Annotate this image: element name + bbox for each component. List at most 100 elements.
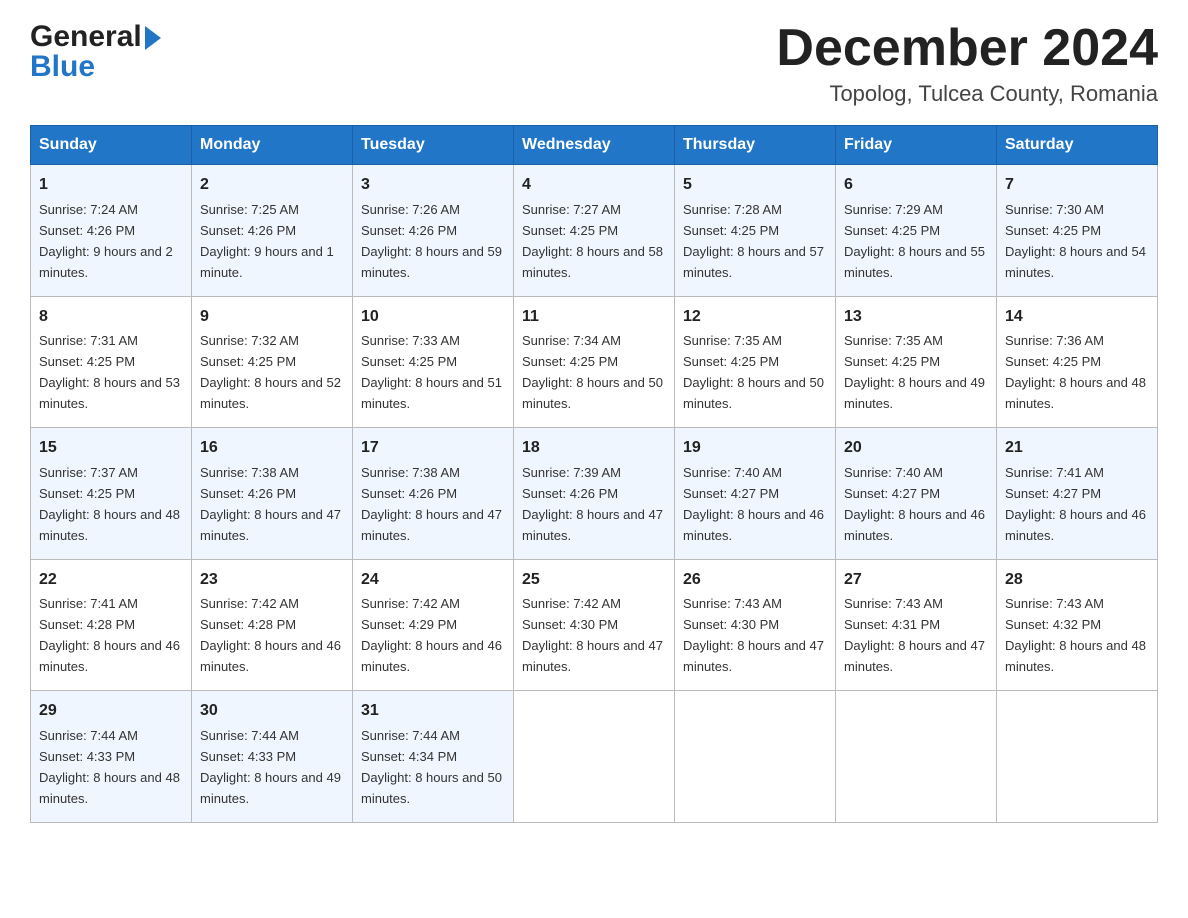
day-number: 1 (39, 173, 183, 198)
day-info: Sunrise: 7:44 AMSunset: 4:34 PMDaylight:… (361, 728, 502, 806)
day-number: 24 (361, 568, 505, 593)
calendar-week-row: 29 Sunrise: 7:44 AMSunset: 4:33 PMDaylig… (31, 691, 1158, 822)
calendar-day-cell: 1 Sunrise: 7:24 AMSunset: 4:26 PMDayligh… (31, 165, 192, 296)
day-number: 16 (200, 436, 344, 461)
calendar-day-cell (514, 691, 675, 822)
day-number: 7 (1005, 173, 1149, 198)
calendar-day-cell: 12 Sunrise: 7:35 AMSunset: 4:25 PMDaylig… (675, 296, 836, 427)
day-info: Sunrise: 7:34 AMSunset: 4:25 PMDaylight:… (522, 333, 663, 411)
day-info: Sunrise: 7:42 AMSunset: 4:28 PMDaylight:… (200, 596, 341, 674)
calendar-day-cell: 16 Sunrise: 7:38 AMSunset: 4:26 PMDaylig… (192, 428, 353, 559)
day-info: Sunrise: 7:31 AMSunset: 4:25 PMDaylight:… (39, 333, 180, 411)
day-number: 2 (200, 173, 344, 198)
calendar-day-cell: 11 Sunrise: 7:34 AMSunset: 4:25 PMDaylig… (514, 296, 675, 427)
day-number: 27 (844, 568, 988, 593)
day-info: Sunrise: 7:27 AMSunset: 4:25 PMDaylight:… (522, 202, 663, 280)
day-info: Sunrise: 7:32 AMSunset: 4:25 PMDaylight:… (200, 333, 341, 411)
day-info: Sunrise: 7:37 AMSunset: 4:25 PMDaylight:… (39, 465, 180, 543)
col-thursday: Thursday (675, 126, 836, 165)
calendar-day-cell: 26 Sunrise: 7:43 AMSunset: 4:30 PMDaylig… (675, 559, 836, 690)
day-number: 25 (522, 568, 666, 593)
day-info: Sunrise: 7:35 AMSunset: 4:25 PMDaylight:… (844, 333, 985, 411)
calendar-day-cell: 3 Sunrise: 7:26 AMSunset: 4:26 PMDayligh… (353, 165, 514, 296)
col-saturday: Saturday (997, 126, 1158, 165)
calendar-day-cell (997, 691, 1158, 822)
day-number: 4 (522, 173, 666, 198)
calendar-day-cell: 18 Sunrise: 7:39 AMSunset: 4:26 PMDaylig… (514, 428, 675, 559)
day-info: Sunrise: 7:43 AMSunset: 4:32 PMDaylight:… (1005, 596, 1146, 674)
logo-triangle-icon (145, 26, 161, 50)
day-number: 8 (39, 305, 183, 330)
calendar-day-cell: 4 Sunrise: 7:27 AMSunset: 4:25 PMDayligh… (514, 165, 675, 296)
logo: General Blue (30, 20, 161, 84)
day-info: Sunrise: 7:43 AMSunset: 4:30 PMDaylight:… (683, 596, 824, 674)
day-number: 21 (1005, 436, 1149, 461)
day-number: 11 (522, 305, 666, 330)
day-info: Sunrise: 7:39 AMSunset: 4:26 PMDaylight:… (522, 465, 663, 543)
calendar-day-cell (675, 691, 836, 822)
calendar-day-cell: 10 Sunrise: 7:33 AMSunset: 4:25 PMDaylig… (353, 296, 514, 427)
day-info: Sunrise: 7:30 AMSunset: 4:25 PMDaylight:… (1005, 202, 1146, 280)
day-number: 29 (39, 699, 183, 724)
day-number: 20 (844, 436, 988, 461)
calendar-day-cell: 22 Sunrise: 7:41 AMSunset: 4:28 PMDaylig… (31, 559, 192, 690)
day-number: 26 (683, 568, 827, 593)
calendar-week-row: 15 Sunrise: 7:37 AMSunset: 4:25 PMDaylig… (31, 428, 1158, 559)
calendar-week-row: 8 Sunrise: 7:31 AMSunset: 4:25 PMDayligh… (31, 296, 1158, 427)
calendar-day-cell: 8 Sunrise: 7:31 AMSunset: 4:25 PMDayligh… (31, 296, 192, 427)
calendar-day-cell: 25 Sunrise: 7:42 AMSunset: 4:30 PMDaylig… (514, 559, 675, 690)
calendar-day-cell: 28 Sunrise: 7:43 AMSunset: 4:32 PMDaylig… (997, 559, 1158, 690)
day-number: 10 (361, 305, 505, 330)
calendar-day-cell: 14 Sunrise: 7:36 AMSunset: 4:25 PMDaylig… (997, 296, 1158, 427)
calendar-day-cell: 13 Sunrise: 7:35 AMSunset: 4:25 PMDaylig… (836, 296, 997, 427)
col-wednesday: Wednesday (514, 126, 675, 165)
day-info: Sunrise: 7:40 AMSunset: 4:27 PMDaylight:… (844, 465, 985, 543)
day-info: Sunrise: 7:41 AMSunset: 4:28 PMDaylight:… (39, 596, 180, 674)
day-info: Sunrise: 7:26 AMSunset: 4:26 PMDaylight:… (361, 202, 502, 280)
day-info: Sunrise: 7:24 AMSunset: 4:26 PMDaylight:… (39, 202, 173, 280)
day-number: 28 (1005, 568, 1149, 593)
day-info: Sunrise: 7:40 AMSunset: 4:27 PMDaylight:… (683, 465, 824, 543)
page-header: General Blue December 2024 Topolog, Tulc… (30, 20, 1158, 107)
logo-blue-text: Blue (30, 50, 95, 84)
day-number: 22 (39, 568, 183, 593)
day-number: 3 (361, 173, 505, 198)
calendar-subtitle: Topolog, Tulcea County, Romania (776, 81, 1158, 107)
day-info: Sunrise: 7:41 AMSunset: 4:27 PMDaylight:… (1005, 465, 1146, 543)
day-info: Sunrise: 7:44 AMSunset: 4:33 PMDaylight:… (39, 728, 180, 806)
col-friday: Friday (836, 126, 997, 165)
logo-general-text: General (30, 20, 142, 54)
day-number: 12 (683, 305, 827, 330)
day-info: Sunrise: 7:33 AMSunset: 4:25 PMDaylight:… (361, 333, 502, 411)
day-info: Sunrise: 7:42 AMSunset: 4:29 PMDaylight:… (361, 596, 502, 674)
calendar-day-cell: 21 Sunrise: 7:41 AMSunset: 4:27 PMDaylig… (997, 428, 1158, 559)
day-info: Sunrise: 7:44 AMSunset: 4:33 PMDaylight:… (200, 728, 341, 806)
calendar-day-cell: 17 Sunrise: 7:38 AMSunset: 4:26 PMDaylig… (353, 428, 514, 559)
calendar-day-cell: 15 Sunrise: 7:37 AMSunset: 4:25 PMDaylig… (31, 428, 192, 559)
day-info: Sunrise: 7:42 AMSunset: 4:30 PMDaylight:… (522, 596, 663, 674)
day-number: 14 (1005, 305, 1149, 330)
calendar-header-row: Sunday Monday Tuesday Wednesday Thursday… (31, 126, 1158, 165)
calendar-day-cell: 29 Sunrise: 7:44 AMSunset: 4:33 PMDaylig… (31, 691, 192, 822)
calendar-day-cell: 7 Sunrise: 7:30 AMSunset: 4:25 PMDayligh… (997, 165, 1158, 296)
col-monday: Monday (192, 126, 353, 165)
calendar-week-row: 22 Sunrise: 7:41 AMSunset: 4:28 PMDaylig… (31, 559, 1158, 690)
day-info: Sunrise: 7:43 AMSunset: 4:31 PMDaylight:… (844, 596, 985, 674)
calendar-day-cell: 30 Sunrise: 7:44 AMSunset: 4:33 PMDaylig… (192, 691, 353, 822)
day-info: Sunrise: 7:28 AMSunset: 4:25 PMDaylight:… (683, 202, 824, 280)
day-number: 18 (522, 436, 666, 461)
calendar-day-cell: 31 Sunrise: 7:44 AMSunset: 4:34 PMDaylig… (353, 691, 514, 822)
day-number: 19 (683, 436, 827, 461)
day-number: 30 (200, 699, 344, 724)
day-info: Sunrise: 7:38 AMSunset: 4:26 PMDaylight:… (200, 465, 341, 543)
day-info: Sunrise: 7:38 AMSunset: 4:26 PMDaylight:… (361, 465, 502, 543)
calendar-day-cell: 27 Sunrise: 7:43 AMSunset: 4:31 PMDaylig… (836, 559, 997, 690)
day-number: 5 (683, 173, 827, 198)
calendar-table: Sunday Monday Tuesday Wednesday Thursday… (30, 125, 1158, 822)
calendar-title: December 2024 (776, 20, 1158, 77)
calendar-week-row: 1 Sunrise: 7:24 AMSunset: 4:26 PMDayligh… (31, 165, 1158, 296)
day-number: 6 (844, 173, 988, 198)
day-info: Sunrise: 7:29 AMSunset: 4:25 PMDaylight:… (844, 202, 985, 280)
calendar-day-cell (836, 691, 997, 822)
calendar-day-cell: 5 Sunrise: 7:28 AMSunset: 4:25 PMDayligh… (675, 165, 836, 296)
